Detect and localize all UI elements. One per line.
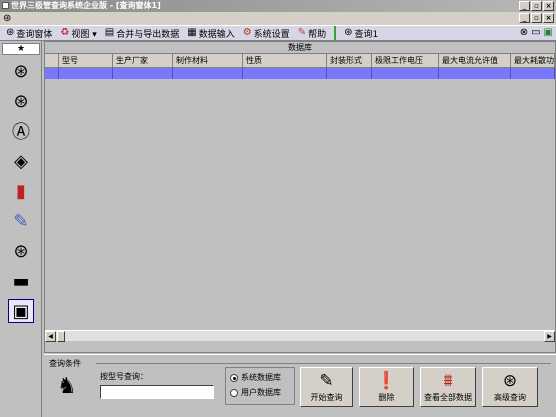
close-button[interactable]: × xyxy=(543,1,554,11)
mdi-bar: ⊛ _ ▫ × xyxy=(0,12,556,25)
child-minimize-button[interactable]: _ xyxy=(519,13,530,23)
sidebar: ★ ⊛ ⊛ Ⓐ ◈ ▮ ✎ ⊛ ▬ ▣ xyxy=(0,41,42,417)
binoculars-icon[interactable]: ⊛ xyxy=(8,59,34,83)
binoculars-icon: ⊛ xyxy=(6,27,15,38)
title-bar: 世界三极管查询系统企业版 - [查询窗体1] _ ▫ × xyxy=(0,0,556,12)
column-header[interactable]: 制作材料 xyxy=(173,54,243,67)
toolbar-label: 系统设置 xyxy=(253,29,290,40)
column-header[interactable]: 极限工作电压 xyxy=(372,54,439,67)
column-header[interactable]: 最大电流允许值 xyxy=(439,54,511,67)
binoculars-icon[interactable]: ⊛ xyxy=(8,89,34,113)
folders-icon: ▤ xyxy=(104,27,115,38)
toolbar-label: 数据输入 xyxy=(198,29,235,40)
row-indicator-header xyxy=(45,54,59,67)
toolbar-label: 查询窗体 xyxy=(16,29,53,40)
toolbar-query-window[interactable]: ⊛ 查询窗体 xyxy=(2,26,56,40)
warning-icon: ❗ xyxy=(375,371,398,391)
panel-title: 数据库 xyxy=(288,43,312,52)
child-restore-button[interactable]: ▫ xyxy=(531,13,542,23)
radio-dot[interactable] xyxy=(230,373,238,382)
table-row[interactable] xyxy=(45,68,555,79)
save-icon[interactable]: ▣ xyxy=(544,27,553,38)
gopher-icon: ♞ xyxy=(57,374,77,399)
radio-system-database[interactable]: 系统数据库 xyxy=(230,372,290,383)
query-section-title: 查询条件 xyxy=(49,359,81,368)
recycle-icon: ♻ xyxy=(60,27,70,38)
window-icon[interactable]: ▭ xyxy=(531,27,540,38)
button-label: 开始查询 xyxy=(310,393,343,402)
font-a-icon[interactable]: Ⓐ xyxy=(8,119,34,143)
advanced-binoculars-icon[interactable]: ⊛ xyxy=(8,239,34,263)
divider xyxy=(96,363,551,364)
radio-user-database[interactable]: 用户数据库 xyxy=(230,387,290,398)
toolbar-merge-export[interactable]: ▤ 合并与导出数据 xyxy=(101,26,183,40)
book-icon[interactable]: ▮ xyxy=(8,179,34,203)
app-icon xyxy=(2,2,9,9)
database-panel: 数据库 型号 生产厂家 制作材料 性质 封装形式 极限工作电压 最大电流允许值 … xyxy=(44,41,556,353)
toolbar-view-menu[interactable]: ♻ 视图 ▾ xyxy=(56,26,100,40)
toolbar-settings[interactable]: ⚙ 系统设置 xyxy=(239,26,294,40)
radio-dot[interactable] xyxy=(230,388,238,397)
toolbar: ⊛ 查询窗体 ♻ 视图 ▾ ▤ 合并与导出数据 ▦ 数据输入 ⚙ 系统设置 ✎ … xyxy=(0,25,556,41)
search-label: 按型号查询： xyxy=(100,372,148,381)
button-label: 高级查询 xyxy=(494,393,526,402)
advanced-query-button[interactable]: ⊛ 高级查询 xyxy=(482,367,538,407)
tab-query1[interactable]: ⊛ 查询1 xyxy=(340,26,382,40)
model-search-input[interactable] xyxy=(100,385,214,399)
column-header[interactable]: 生产厂家 xyxy=(113,54,173,67)
window-title: 世界三极管查询系统企业版 - [查询窗体1] xyxy=(11,1,161,10)
eraser-icon[interactable]: ◈ xyxy=(8,149,34,173)
drive-icon[interactable]: ▬ xyxy=(8,269,34,293)
pencil-icon: ✎ xyxy=(319,371,334,391)
settings-icon: ⚙ xyxy=(242,27,252,38)
scroll-left-arrow[interactable]: ◀ xyxy=(45,331,56,342)
column-header[interactable]: 封装形式 xyxy=(327,54,372,67)
document-icon: ▦ xyxy=(187,27,197,38)
radio-label: 用户数据库 xyxy=(241,388,281,397)
start-query-button[interactable]: ✎ 开始查询 xyxy=(300,367,353,407)
column-header[interactable]: 最大耗散功 xyxy=(511,54,555,67)
tools-icon[interactable]: ✎ xyxy=(8,209,34,233)
child-close-button[interactable]: × xyxy=(543,13,554,23)
close-circle-icon[interactable]: ⊗ xyxy=(520,27,528,38)
scroll-thumb[interactable] xyxy=(57,331,65,342)
data-grid[interactable]: 型号 生产厂家 制作材料 性质 封装形式 极限工作电压 最大电流允许值 最大耗散… xyxy=(45,53,555,342)
minimize-button[interactable]: _ xyxy=(519,1,530,11)
column-header[interactable]: 型号 xyxy=(59,54,113,67)
grid-header: 型号 生产厂家 制作材料 性质 封装形式 极限工作电压 最大电流允许值 最大耗散… xyxy=(45,54,555,68)
toolbar-label: 视图 ▾ xyxy=(71,29,97,40)
horizontal-scrollbar[interactable]: ◀ ▶ xyxy=(45,330,555,342)
radio-label: 系统数据库 xyxy=(241,373,281,382)
tab-label: 查询1 xyxy=(354,29,379,40)
binoculars-icon: ⊛ xyxy=(344,27,353,38)
view-all-data-button[interactable]: ⩩ 查看全部数据 xyxy=(420,367,476,407)
toolbar-label: 合并与导出数据 xyxy=(116,29,180,40)
column-header[interactable]: 性质 xyxy=(243,54,327,67)
query-panel: 查询条件 ♞ 按型号查询： 系统数据库 用户数据库 ✎ 开始查询 ❗ 删除 ⩩ … xyxy=(44,354,556,417)
delete-button[interactable]: ❗ 删除 xyxy=(359,367,414,407)
button-label: 删除 xyxy=(378,393,395,402)
calendar-icon[interactable]: ▣ xyxy=(8,299,34,323)
maximize-button[interactable]: ▫ xyxy=(531,1,542,11)
scroll-right-arrow[interactable]: ▶ xyxy=(544,331,555,342)
database-radio-group: 系统数据库 用户数据库 xyxy=(225,367,295,405)
favorites-star[interactable]: ★ xyxy=(2,43,40,55)
toolbar-separator xyxy=(334,26,337,40)
binoculars-icon: ⊛ xyxy=(3,13,12,24)
toolbar-label: 帮助 xyxy=(308,29,327,40)
toolbar-data-input[interactable]: ▦ 数据输入 xyxy=(183,26,238,40)
help-icon: ✎ xyxy=(297,27,307,38)
toolbar-help[interactable]: ✎ 帮助 xyxy=(294,26,330,40)
binoculars-icon: ⊛ xyxy=(502,371,518,391)
button-label: 查看全部数据 xyxy=(424,393,472,402)
hurdle-icon: ⩩ xyxy=(443,371,453,391)
